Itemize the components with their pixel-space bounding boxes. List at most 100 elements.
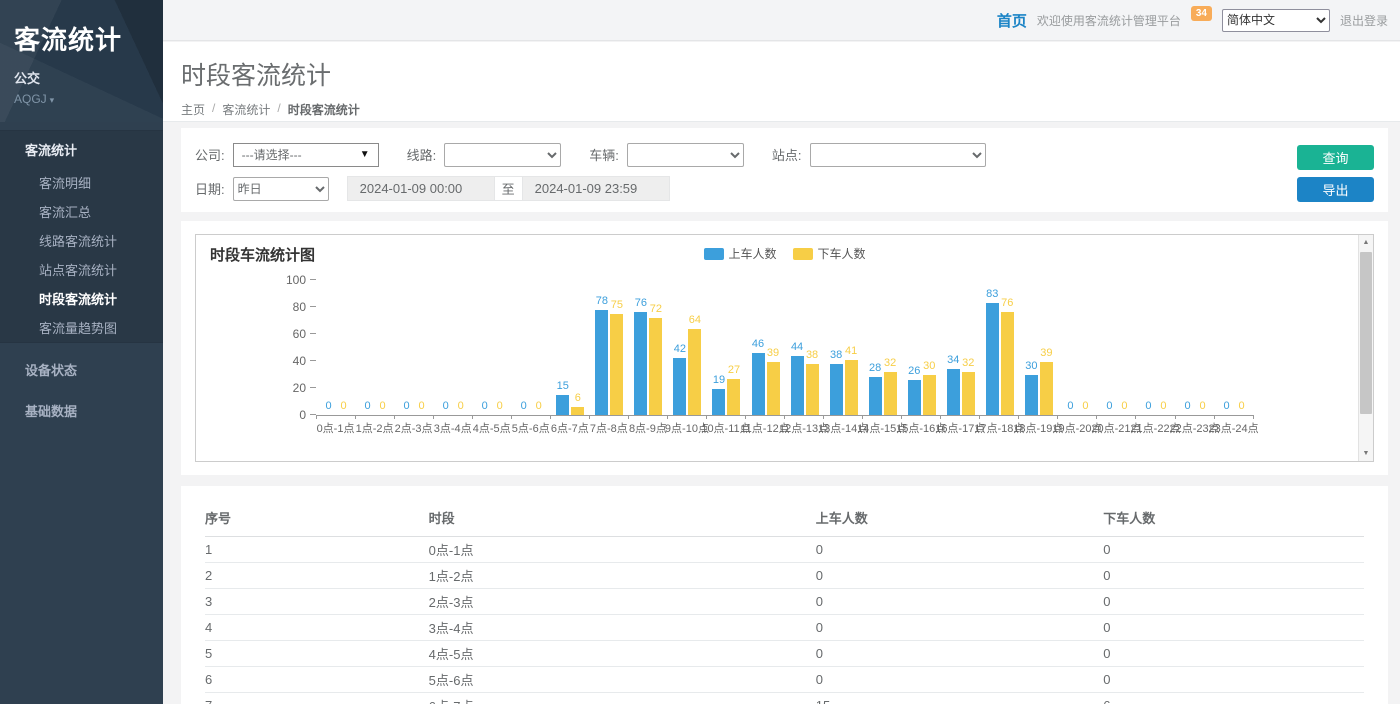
date-to-input[interactable]	[522, 176, 670, 201]
sidebar-item-base-data[interactable]: 基础数据	[0, 390, 163, 431]
company-select[interactable]: ---请选择--- ▼	[233, 143, 379, 167]
table-row: 65点-6点00	[205, 667, 1364, 693]
chart-bar-group: 303918点-19点	[1019, 281, 1058, 415]
chart-bar-value: 19	[713, 374, 725, 386]
table-header-row: 序号时段上车人数下车人数	[205, 502, 1364, 537]
chart-bar-value: 0	[340, 400, 346, 412]
chart-bar	[752, 353, 765, 415]
chart-bar-value: 0	[497, 400, 503, 412]
breadcrumb-home[interactable]: 主页	[181, 101, 205, 118]
home-link[interactable]: 首页	[997, 10, 1027, 31]
y-axis-tick-mark	[310, 306, 316, 307]
chart-bar	[712, 389, 725, 415]
y-axis-tick-label: 80	[293, 300, 306, 314]
chart-bar-value: 0	[1160, 400, 1166, 412]
sidebar-subitem[interactable]: 客流量趋势图	[0, 313, 163, 342]
table-cell: 0	[1103, 537, 1364, 563]
vehicle-select[interactable]	[627, 143, 744, 167]
date-from-input[interactable]	[347, 176, 495, 201]
table-cell: 2点-3点	[429, 589, 816, 615]
legend-label-boarding: 上车人数	[728, 245, 776, 262]
sidebar-subitem[interactable]: 线路客流统计	[0, 226, 163, 255]
breadcrumb-passenger-stats[interactable]: 客流统计	[222, 101, 270, 118]
sidebar-subitem[interactable]: 站点客流统计	[0, 255, 163, 284]
chart-bar	[610, 314, 623, 415]
chart-panel: 时段车流统计图 上车人数 下车人数 000点-1点001点-2点002点-3点0…	[181, 221, 1388, 475]
date-label: 日期:	[195, 179, 225, 198]
chart-bar-value: 0	[1199, 400, 1205, 412]
table-cell: 5	[205, 641, 429, 667]
chart-bar-value: 28	[869, 362, 881, 374]
table-row: 32点-3点00	[205, 589, 1364, 615]
chart-bar-value: 75	[611, 299, 623, 311]
table-cell: 2	[205, 563, 429, 589]
sidebar-item-passenger-stats[interactable]: 客流统计	[0, 131, 163, 168]
org-name: 公交	[14, 68, 149, 87]
sidebar-subitem[interactable]: 时段客流统计	[0, 284, 163, 313]
sidebar-subitem[interactable]: 客流汇总	[0, 197, 163, 226]
logout-link[interactable]: 退出登录	[1340, 12, 1388, 29]
chart-bar-value: 30	[923, 360, 935, 372]
table-cell: 0点-1点	[429, 537, 816, 563]
chart-bar-value: 0	[379, 400, 385, 412]
table-header-cell: 上车人数	[816, 502, 1103, 537]
chart-bar-group: 001点-2点	[355, 281, 394, 415]
notification-badge[interactable]: 34	[1191, 6, 1212, 21]
chart-bar	[767, 362, 780, 415]
chart-bar-value: 78	[596, 295, 608, 307]
sidebar-subitem[interactable]: 客流明细	[0, 168, 163, 197]
table-cell: 7	[205, 693, 429, 704]
table-cell: 0	[816, 537, 1103, 563]
x-axis-category-label: 5点-6点	[512, 420, 550, 436]
x-axis-category-label: 3点-4点	[434, 420, 472, 436]
chart-bar	[845, 360, 858, 415]
table-row: 76点-7点156	[205, 693, 1364, 704]
breadcrumb-separator: /	[212, 101, 215, 118]
table-header-cell: 下车人数	[1103, 502, 1364, 537]
table-cell: 0	[816, 563, 1103, 589]
user-dropdown[interactable]: AQGJ▾	[14, 92, 149, 106]
chart-vertical-scrollbar[interactable]: ▲ ▼	[1358, 235, 1373, 461]
table-cell: 3	[205, 589, 429, 615]
table-cell: 4	[205, 615, 429, 641]
y-axis-tick-mark	[310, 333, 316, 334]
chart-bar	[962, 372, 975, 415]
caret-down-icon: ▾	[50, 95, 55, 105]
chart-bar-group: 002点-3点	[394, 281, 433, 415]
breadcrumb-current: 时段客流统计	[288, 101, 360, 118]
scrollbar-thumb[interactable]	[1360, 252, 1372, 414]
legend-item-boarding[interactable]: 上车人数	[703, 245, 776, 262]
chart-bar-group: 263015点-16点	[902, 281, 941, 415]
x-axis-category-label: 8点-9点	[629, 420, 667, 436]
x-axis-category-label: 4点-5点	[473, 420, 511, 436]
chart-bar	[649, 318, 662, 415]
legend-item-alighting[interactable]: 下车人数	[793, 245, 866, 262]
chart-bar-value: 0	[1239, 400, 1245, 412]
chart-bar-value: 27	[728, 364, 740, 376]
table-cell: 0	[1103, 667, 1364, 693]
table-cell: 1	[205, 537, 429, 563]
table-cell: 0	[816, 589, 1103, 615]
station-select[interactable]	[810, 143, 986, 167]
sidebar-item-device-status[interactable]: 设备状态	[0, 349, 163, 390]
x-axis-category-label: 0点-1点	[317, 420, 355, 436]
export-button[interactable]: 导出	[1297, 177, 1374, 202]
search-button[interactable]: 查询	[1297, 145, 1374, 170]
scroll-up-icon[interactable]: ▲	[1359, 235, 1373, 250]
chart-bar	[595, 310, 608, 415]
language-select[interactable]: 简体中文	[1222, 9, 1330, 32]
chart-bar-value: 0	[1184, 400, 1190, 412]
chart-bar-group: 000点-1点	[316, 281, 355, 415]
nav-group-passenger-stats: 客流统计 客流明细客流汇总线路客流统计站点客流统计时段客流统计客流量趋势图	[0, 130, 163, 343]
date-preset-select[interactable]: 昨日	[233, 177, 329, 201]
x-axis-category-label: 23点-24点	[1209, 420, 1259, 436]
table-cell: 4点-5点	[429, 641, 816, 667]
legend-swatch-boarding	[703, 248, 723, 260]
y-axis-tick-mark	[310, 279, 316, 280]
scroll-down-icon[interactable]: ▼	[1359, 446, 1373, 461]
chart-bar-group: 003点-4点	[433, 281, 472, 415]
breadcrumb: 主页 / 客流统计 / 时段客流统计	[181, 101, 1400, 118]
chart-bar-value: 46	[752, 338, 764, 350]
chart-bar	[1040, 362, 1053, 415]
line-select[interactable]	[444, 143, 561, 167]
